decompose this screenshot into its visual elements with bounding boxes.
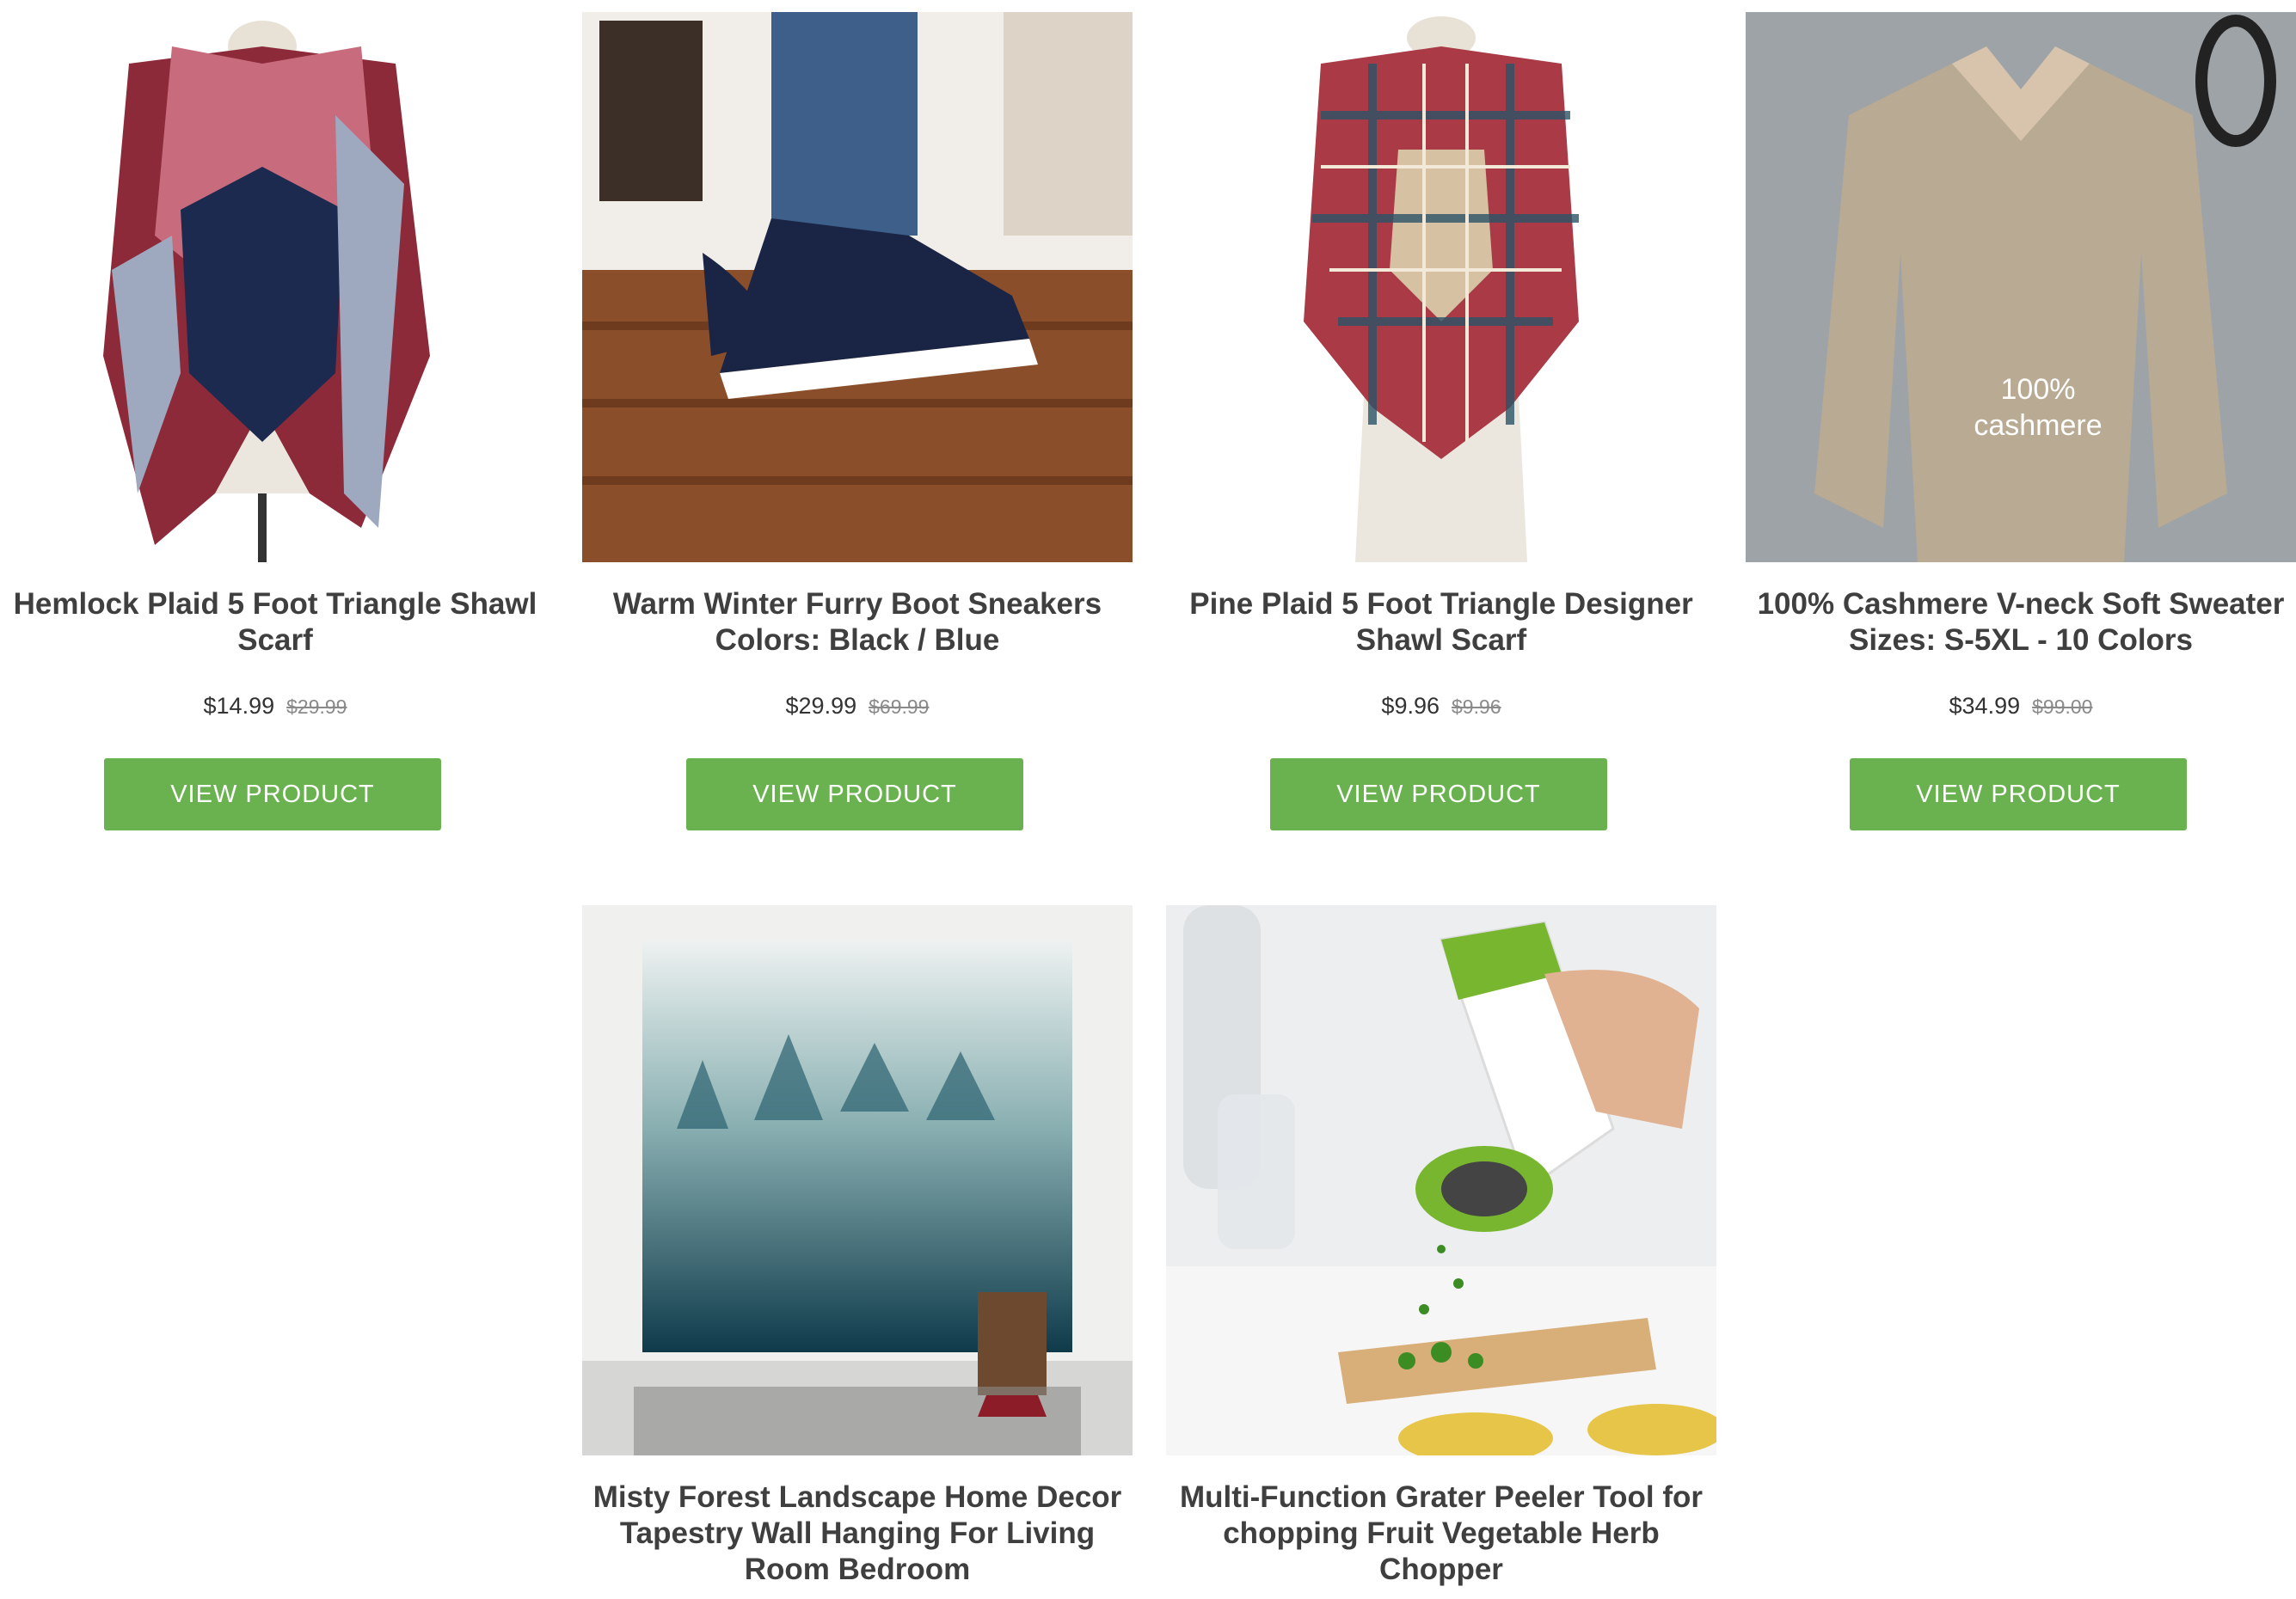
sale-price: $9.96	[1381, 693, 1440, 719]
original-price: $69.99	[869, 695, 930, 718]
image-caption: 100%	[2001, 373, 2076, 406]
view-product-button[interactable]: VIEW PRODUCT	[104, 758, 441, 830]
product-image-hemlock-scarf[interactable]	[0, 12, 550, 562]
product-grid: Hemlock Plaid 5 Foot Triangle Shawl Scar…	[0, 0, 2296, 1599]
product-prices: $14.99 $29.99	[0, 693, 550, 720]
sale-price: $34.99	[1949, 693, 2021, 719]
sale-price: $14.99	[203, 693, 275, 719]
product-title[interactable]: Hemlock Plaid 5 Foot Triangle Shawl Scar…	[0, 586, 559, 659]
original-price: $29.99	[286, 695, 347, 718]
product-title[interactable]: Warm Winter Furry Boot Sneakers Colors: …	[574, 586, 1141, 659]
product-prices: $9.96 $9.96	[1166, 693, 1716, 720]
product-image-herb-grater[interactable]	[1166, 905, 1716, 1455]
product-title[interactable]: Multi-Function Grater Peeler Tool for ch…	[1157, 1480, 1725, 1588]
image-caption: cashmere	[1974, 409, 2102, 442]
product-title[interactable]: Pine Plaid 5 Foot Triangle Designer Shaw…	[1157, 586, 1725, 659]
product-image-cashmere-sweater[interactable]: 100% cashmere	[1746, 12, 2296, 562]
product-image-forest-tapestry[interactable]	[582, 905, 1133, 1455]
view-product-button[interactable]: VIEW PRODUCT	[686, 758, 1023, 830]
sale-price: $29.99	[785, 693, 857, 719]
product-image-boot-sneakers[interactable]	[582, 12, 1133, 562]
view-product-button[interactable]: VIEW PRODUCT	[1850, 758, 2187, 830]
product-title[interactable]: 100% Cashmere V-neck Soft Sweater Sizes:…	[1737, 586, 2296, 659]
product-image-pine-scarf[interactable]	[1166, 12, 1716, 562]
view-product-button[interactable]: VIEW PRODUCT	[1270, 758, 1607, 830]
original-price: $99.00	[2032, 695, 2093, 718]
product-prices: $29.99 $69.99	[582, 693, 1133, 720]
original-price: $9.96	[1452, 695, 1501, 718]
product-prices: $34.99 $99.00	[1746, 693, 2296, 720]
product-title[interactable]: Misty Forest Landscape Home Decor Tapest…	[574, 1480, 1141, 1588]
